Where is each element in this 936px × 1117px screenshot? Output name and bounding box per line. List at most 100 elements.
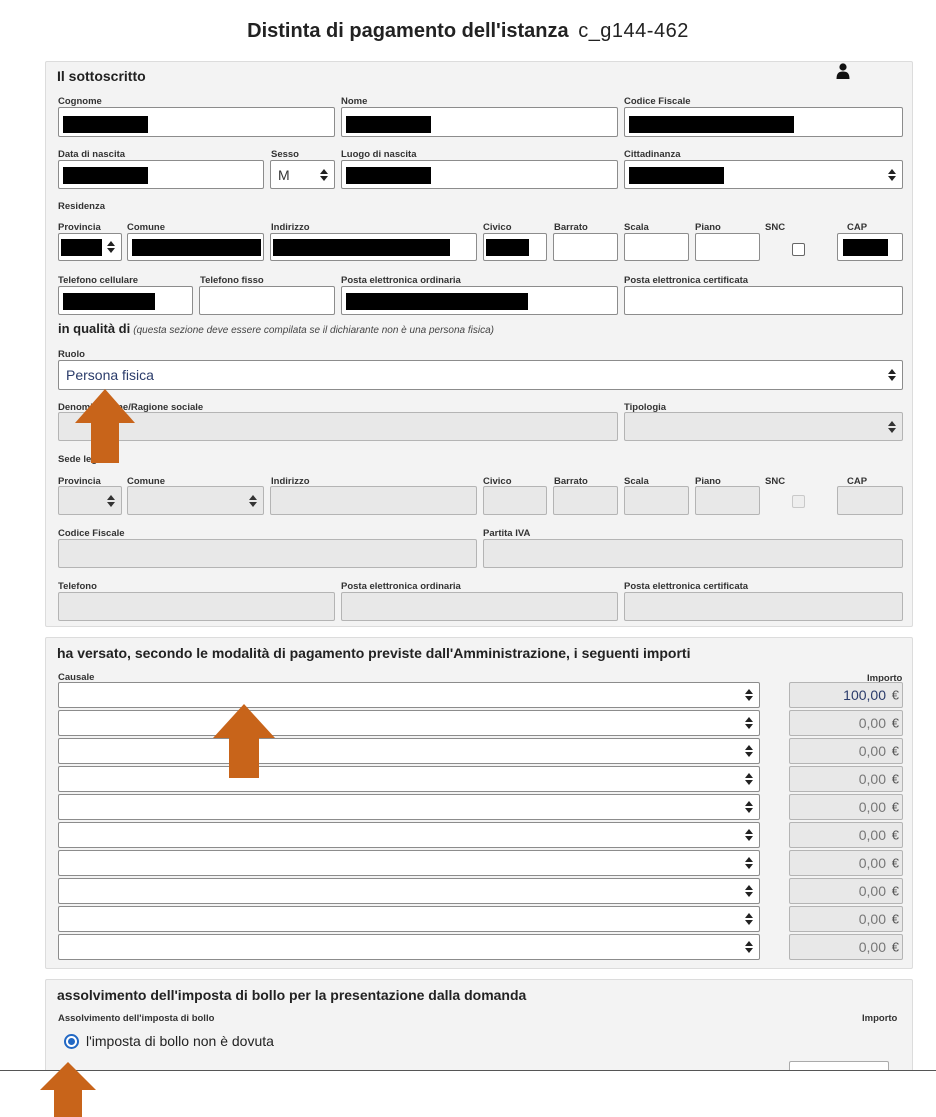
causale-select[interactable] bbox=[58, 710, 760, 736]
label-bollo-importo: Importo bbox=[862, 1013, 898, 1024]
tipologia-select[interactable] bbox=[624, 412, 903, 441]
causale-select[interactable] bbox=[58, 850, 760, 876]
indirizzo-field[interactable] bbox=[270, 233, 477, 261]
label-telefono-cellulare: Telefono cellulare bbox=[58, 275, 139, 286]
bollo-non-dovuta-radio[interactable] bbox=[64, 1034, 79, 1049]
codice-fiscale-field[interactable] bbox=[624, 107, 903, 137]
currency-symbol: € bbox=[891, 855, 899, 871]
nome-field[interactable] bbox=[341, 107, 618, 137]
telefono-cellulare-field[interactable] bbox=[58, 286, 193, 315]
select-arrows-icon bbox=[745, 829, 753, 841]
importo-value: 0,00 bbox=[858, 883, 886, 899]
sede-piano-field[interactable] bbox=[695, 486, 760, 515]
label-sesso: Sesso bbox=[271, 149, 299, 160]
sede-telefono-field[interactable] bbox=[58, 592, 335, 621]
causale-select[interactable] bbox=[58, 934, 760, 960]
luogo-nascita-field[interactable] bbox=[341, 160, 618, 189]
ruolo-value: Persona fisica bbox=[66, 367, 154, 383]
sede-posta-ordinaria-field[interactable] bbox=[341, 592, 618, 621]
sede-posta-certificata-field[interactable] bbox=[624, 592, 903, 621]
currency-symbol: € bbox=[891, 911, 899, 927]
importo-field[interactable]: 0,00 € bbox=[789, 906, 903, 932]
sede-cap-field[interactable] bbox=[837, 486, 903, 515]
sede-indirizzo-field[interactable] bbox=[270, 486, 477, 515]
sede-scala-field[interactable] bbox=[624, 486, 689, 515]
page-title: Distinta di pagamento dell'istanza c_g14… bbox=[0, 20, 936, 43]
importo-field[interactable]: 0,00 € bbox=[789, 794, 903, 820]
provincia-select[interactable] bbox=[58, 233, 122, 261]
causale-select[interactable] bbox=[58, 822, 760, 848]
arrow-annotation-icon bbox=[213, 704, 275, 778]
ruolo-select[interactable]: Persona fisica bbox=[58, 360, 903, 390]
person-icon bbox=[836, 63, 850, 79]
importo-field[interactable]: 0,00 € bbox=[789, 710, 903, 736]
label-sede-snc: SNC bbox=[765, 476, 786, 487]
comune-select[interactable] bbox=[127, 233, 264, 261]
select-arrows-icon bbox=[745, 941, 753, 953]
cap-field[interactable] bbox=[837, 233, 903, 261]
causale-select[interactable] bbox=[58, 794, 760, 820]
label-codice-fiscale: Codice Fiscale bbox=[624, 96, 691, 107]
label-luogo-nascita: Luogo di nascita bbox=[341, 149, 417, 160]
select-arrows-icon bbox=[745, 857, 753, 869]
importo-field[interactable]: 0,00 € bbox=[789, 878, 903, 904]
label-sede-posta-ordinaria: Posta elettronica ordinaria bbox=[341, 581, 461, 592]
data-nascita-field[interactable] bbox=[58, 160, 264, 189]
select-arrows-icon bbox=[745, 745, 753, 757]
select-arrows-icon bbox=[745, 885, 753, 897]
denominazione-field[interactable] bbox=[58, 412, 618, 441]
causale-select[interactable] bbox=[58, 738, 760, 764]
sede-codice-fiscale-field[interactable] bbox=[58, 539, 477, 568]
label-assolvimento: Assolvimento dell'imposta di bollo bbox=[58, 1013, 215, 1024]
telefono-fisso-field[interactable] bbox=[199, 286, 335, 315]
label-barrato: Barrato bbox=[554, 222, 588, 233]
select-arrows-icon bbox=[745, 801, 753, 813]
select-arrows-icon bbox=[320, 168, 328, 181]
importo-value: 0,00 bbox=[858, 715, 886, 731]
causale-select[interactable] bbox=[58, 766, 760, 792]
istanza-code: c_g144-462 bbox=[578, 20, 689, 42]
cognome-field[interactable] bbox=[58, 107, 335, 137]
arrow-annotation-icon bbox=[75, 389, 135, 463]
sede-civico-field[interactable] bbox=[483, 486, 547, 515]
select-arrows-icon bbox=[107, 241, 115, 253]
barrato-field[interactable] bbox=[553, 233, 618, 261]
importo-field[interactable]: 0,00 € bbox=[789, 766, 903, 792]
sede-snc-checkbox[interactable] bbox=[792, 495, 805, 508]
snc-checkbox[interactable] bbox=[792, 243, 805, 256]
importo-field[interactable]: 0,00 € bbox=[789, 822, 903, 848]
civico-field[interactable] bbox=[483, 233, 547, 261]
qualita-note: (questa sezione deve essere compilata se… bbox=[133, 325, 495, 336]
versato-title: ha versato, secondo le modalità di pagam… bbox=[57, 645, 691, 661]
sede-provincia-select[interactable] bbox=[58, 486, 122, 515]
importo-field[interactable]: 0,00 € bbox=[789, 934, 903, 960]
sede-barrato-field[interactable] bbox=[553, 486, 618, 515]
importo-field[interactable]: 100,00 € bbox=[789, 682, 903, 708]
label-data-nascita: Data di nascita bbox=[58, 149, 126, 160]
arrow-annotation-icon bbox=[40, 1062, 96, 1117]
label-telefono-fisso: Telefono fisso bbox=[200, 275, 264, 286]
page-title-text: Distinta di pagamento dell'istanza bbox=[247, 20, 569, 42]
sesso-select[interactable]: M bbox=[270, 160, 335, 189]
piano-field[interactable] bbox=[695, 233, 760, 261]
sede-comune-select[interactable] bbox=[127, 486, 264, 515]
label-comune: Comune bbox=[127, 222, 165, 233]
select-arrows-icon bbox=[107, 494, 115, 507]
cittadinanza-select[interactable] bbox=[624, 160, 903, 189]
label-cap: CAP bbox=[847, 222, 868, 233]
importo-field[interactable]: 0,00 € bbox=[789, 850, 903, 876]
label-cittadinanza: Cittadinanza bbox=[624, 149, 681, 160]
causale-select[interactable] bbox=[58, 878, 760, 904]
causale-select[interactable] bbox=[58, 906, 760, 932]
partita-iva-field[interactable] bbox=[483, 539, 903, 568]
causale-select[interactable] bbox=[58, 682, 760, 708]
bollo-non-dovuta-label[interactable]: l'imposta di bollo non è dovuta bbox=[86, 1033, 274, 1049]
scala-field[interactable] bbox=[624, 233, 689, 261]
select-arrows-icon bbox=[745, 913, 753, 925]
posta-ordinaria-field[interactable] bbox=[341, 286, 618, 315]
posta-certificata-field[interactable] bbox=[624, 286, 903, 315]
qualita-heading: in qualità di (questa sezione deve essere… bbox=[58, 321, 494, 336]
importo-field[interactable]: 0,00 € bbox=[789, 738, 903, 764]
label-sede-telefono: Telefono bbox=[58, 581, 97, 592]
sesso-value: M bbox=[278, 166, 290, 183]
